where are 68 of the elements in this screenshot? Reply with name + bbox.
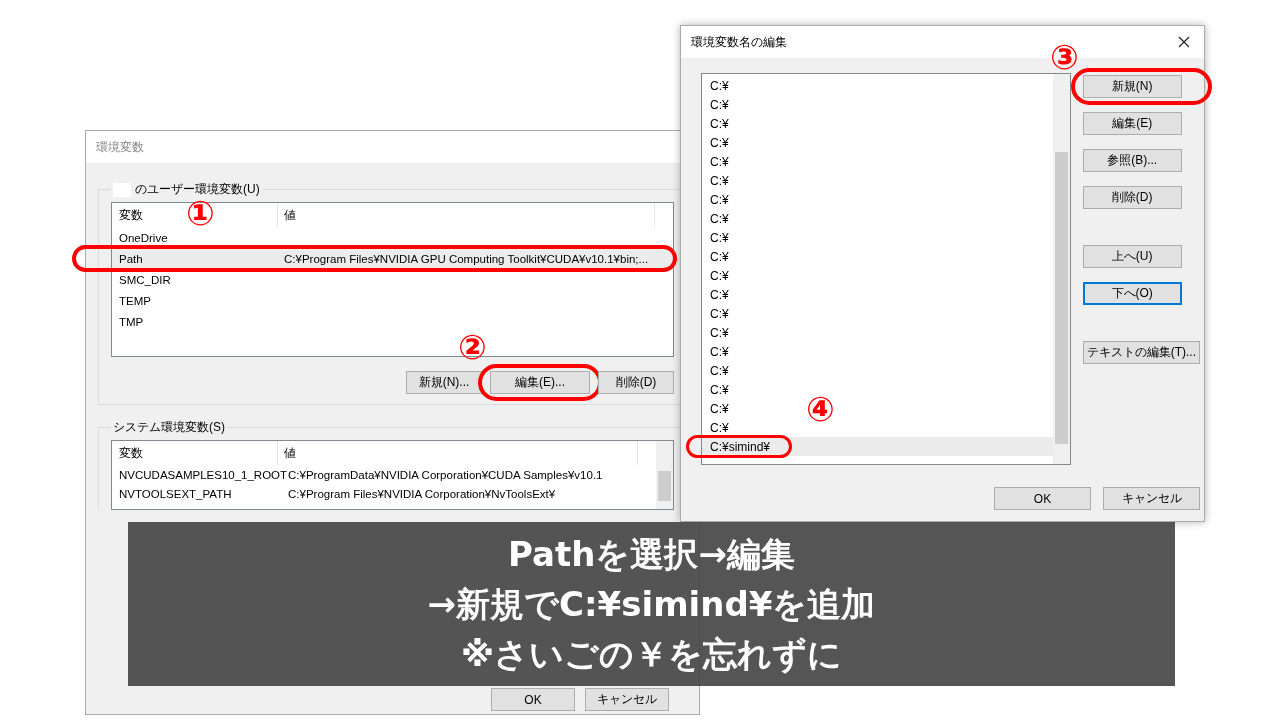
path-item[interactable]: C:¥ [702, 380, 733, 399]
column-header[interactable]: 変数 [119, 207, 143, 223]
dialog-button[interactable]: 削除(D) [598, 371, 674, 394]
dialog-button[interactable]: テキストの編集(T)... [1082, 341, 1200, 364]
variable-row[interactable]: NVTOOLSEXT_PATH C:¥Program Files¥NVIDIA Corporation¥NvToolsExt¥ [112, 484, 656, 503]
path-item[interactable]: C:¥ [702, 114, 733, 133]
variable-name: SMC_DIR [118, 273, 172, 286]
scrollbar[interactable] [1052, 74, 1070, 464]
column-header[interactable]: 値 [284, 207, 296, 223]
group-label: のユーザー環境変数(U) [135, 181, 260, 198]
step-number: ② [458, 330, 487, 364]
variable-name: NVTOOLSEXT_PATH [118, 487, 233, 500]
dialog-button[interactable]: 編集(E) [1082, 112, 1182, 135]
dialog-button[interactable]: 新規(N)... [406, 371, 482, 394]
variable-value: C:¥Program Files¥NVIDIA Corporation¥NvToolsExt¥ [287, 487, 556, 500]
close-icon[interactable] [1178, 36, 1190, 48]
path-item[interactable]: C:¥ [702, 361, 733, 380]
variable-row[interactable]: OneDrive [112, 227, 673, 248]
caption-line: Pathを選択→編集 [508, 533, 795, 576]
path-item[interactable]: C:¥ [702, 171, 733, 190]
path-item[interactable]: C:¥ [702, 247, 733, 266]
dialog-button[interactable]: OK [491, 688, 575, 711]
path-item[interactable]: C:¥ [702, 399, 733, 418]
dialog-button[interactable]: 新規(N) [1082, 75, 1182, 98]
path-item[interactable]: C:¥ [702, 76, 733, 95]
path-item[interactable]: C:¥ [702, 209, 733, 228]
path-item[interactable]: C:¥ [702, 95, 733, 114]
step-number: ① [186, 196, 215, 230]
caption-line: ※さいごの￥を忘れずに [460, 633, 843, 676]
path-item[interactable]: C:¥ [702, 323, 733, 342]
dialog-button[interactable]: キャンセル [585, 688, 669, 711]
step-number: ③ [1050, 40, 1079, 74]
path-item[interactable]: C:¥ [702, 190, 733, 209]
column-header[interactable]: 変数 [119, 445, 143, 461]
window-title: 環境変数 [96, 138, 144, 156]
path-item[interactable]: C:¥ [702, 133, 733, 152]
variable-row[interactable]: SMC_DIR [112, 269, 673, 290]
path-item[interactable]: C:¥ [702, 285, 733, 304]
column-header[interactable]: 値 [284, 445, 296, 461]
variable-row[interactable]: NVCUDASAMPLES10_1_ROOTC:¥ProgramData¥NVIDIA Corporation¥CUDA Samples¥v10.1 [112, 465, 656, 484]
path-item[interactable]: C:¥ [702, 418, 733, 437]
dialog-button[interactable]: 下へ(O) [1082, 282, 1182, 305]
dialog-button[interactable]: 参照(B)... [1082, 149, 1182, 172]
path-item[interactable]: C:¥simind¥ [702, 437, 1053, 456]
step-number: ④ [806, 392, 835, 426]
variable-value: C:¥Program Files¥NVIDIA GPU Computing Toolkit¥CUDA¥v10.1¥bin;... [283, 252, 649, 265]
dialog-button[interactable]: 編集(E)... [490, 371, 590, 394]
path-item[interactable]: C:¥ [702, 266, 733, 285]
variable-name: TEMP [118, 294, 152, 307]
dialog-button[interactable]: 上へ(U) [1082, 245, 1182, 268]
variable-name: OneDrive [118, 231, 169, 244]
window-title: 環境変数名の編集 [691, 33, 787, 51]
variable-name: Path [118, 252, 144, 265]
path-item[interactable]: C:¥ [702, 152, 733, 171]
path-item[interactable]: C:¥ [702, 342, 733, 361]
dialog-button[interactable]: 削除(D) [1082, 186, 1182, 209]
caption-line: →新規でC:¥simind¥を追加 [427, 583, 876, 626]
scrollbar[interactable] [656, 441, 673, 509]
path-item[interactable]: C:¥ [702, 304, 733, 323]
variable-name: TMP [118, 315, 145, 328]
dialog-button[interactable]: OK [994, 487, 1091, 510]
variable-row[interactable]: TEMP [112, 290, 673, 311]
variable-name: NVCUDASAMPLES10_1_ROOT [118, 468, 286, 481]
variable-value: C:¥ProgramData¥NVIDIA Corporation¥CUDA Samples¥v10.1 [287, 468, 603, 481]
path-item[interactable]: C:¥ [702, 228, 733, 247]
dialog-button[interactable]: キャンセル [1103, 487, 1200, 510]
group-label: システム環境変数(S) [113, 419, 225, 436]
variable-row[interactable]: TMP [112, 311, 673, 332]
